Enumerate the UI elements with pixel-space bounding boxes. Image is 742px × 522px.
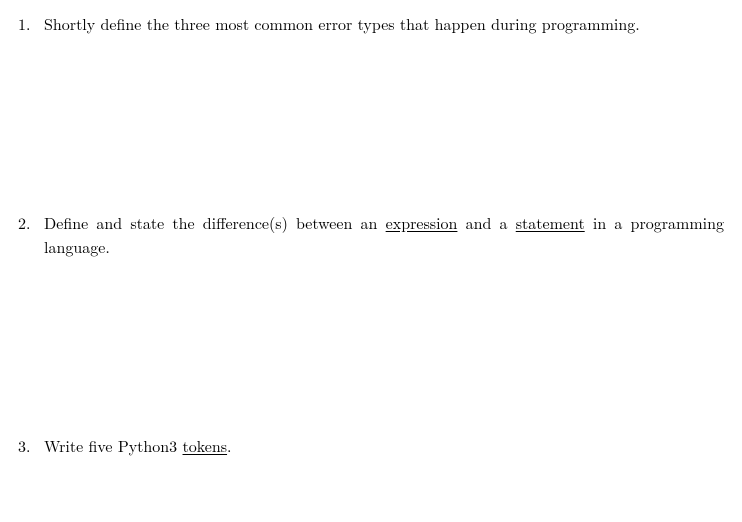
question-text-part: Define and state the difference(s) betwe… [44, 211, 386, 234]
question-text-part: . [227, 434, 231, 457]
question-body: Define and state the difference(s) betwe… [44, 211, 724, 259]
underlined-term: statement [516, 211, 585, 234]
question-number: 2. [18, 211, 44, 235]
question-body: Shortly define the three most common err… [44, 12, 724, 36]
underlined-term: expression [386, 211, 458, 234]
question-text-part: Write five Python3 [44, 434, 183, 457]
question-number: 3. [18, 434, 44, 458]
question-3: 3. Write five Python3 tokens. [18, 434, 724, 458]
question-text-part: and a [457, 211, 515, 234]
question-1: 1. Shortly define the three most common … [18, 12, 724, 36]
question-body: Write five Python3 tokens. [44, 434, 724, 458]
question-2: 2. Define and state the difference(s) be… [18, 211, 724, 259]
underlined-term: tokens [183, 434, 228, 457]
question-text: Shortly define the three most common err… [44, 12, 640, 35]
question-number: 1. [18, 12, 44, 36]
